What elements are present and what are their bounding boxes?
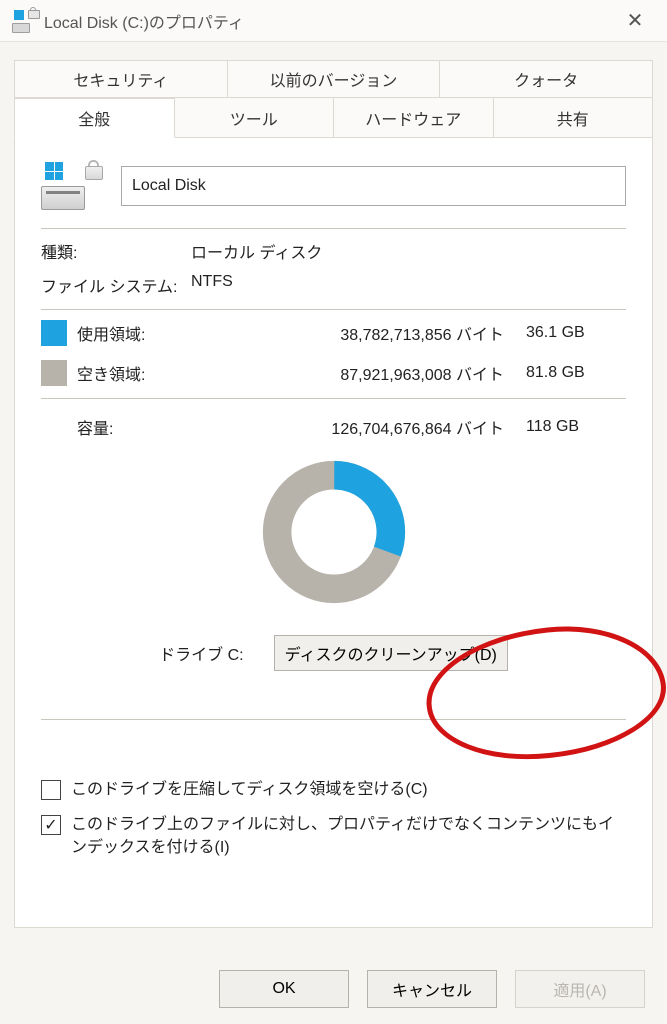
- capacity-row: 容量: 126,704,676,864 バイト 118 GB: [41, 415, 626, 439]
- free-label: 空き領域:: [77, 361, 217, 385]
- tab-general[interactable]: 全般: [14, 98, 175, 138]
- drive-row: ドライブ C: ディスクのクリーンアップ(D): [41, 635, 626, 671]
- filesystem-value: NTFS: [191, 273, 233, 297]
- apply-button[interactable]: 適用(A): [515, 970, 645, 1008]
- capacity-gb: 118 GB: [526, 418, 626, 436]
- separator: [41, 398, 626, 399]
- usage-chart: [259, 457, 409, 607]
- compress-checkbox[interactable]: [41, 780, 61, 800]
- type-row: 種類: ローカル ディスク: [41, 239, 626, 263]
- close-button[interactable]: ✕: [613, 0, 657, 42]
- capacity-bytes: 126,704,676,864 バイト: [217, 415, 526, 439]
- cancel-button[interactable]: キャンセル: [367, 970, 497, 1008]
- tab-row-top: セキュリティ 以前のバージョン クォータ: [14, 60, 653, 98]
- drive-label: ドライブ C:: [159, 641, 243, 665]
- usage-chart-wrap: ドライブ C: ディスクのクリーンアップ(D): [41, 457, 626, 671]
- titlebar: Local Disk (C:)のプロパティ ✕: [0, 0, 667, 42]
- tab-security[interactable]: セキュリティ: [14, 60, 228, 98]
- index-checkbox-row: ✓ このドライブ上のファイルに対し、プロパティだけでなくコンテンツにもインデック…: [41, 813, 626, 859]
- drive-large-icon: [41, 162, 97, 210]
- dialog-body: セキュリティ 以前のバージョン クォータ 全般 ツール ハードウェア 共有 Lo…: [14, 60, 653, 944]
- tab-previous-versions[interactable]: 以前のバージョン: [228, 60, 441, 98]
- tab-sharing[interactable]: 共有: [494, 98, 654, 138]
- used-bytes: 38,782,713,856 バイト: [217, 321, 526, 345]
- tab-quota[interactable]: クォータ: [440, 60, 653, 98]
- disk-cleanup-button[interactable]: ディスクのクリーンアップ(D): [274, 635, 508, 671]
- window-title: Local Disk (C:)のプロパティ: [44, 9, 244, 33]
- ok-button[interactable]: OK: [219, 970, 349, 1008]
- used-swatch-icon: [41, 320, 67, 346]
- compress-label: このドライブを圧縮してディスク領域を空ける(C): [71, 778, 626, 801]
- separator: [41, 228, 626, 229]
- tab-page-general: Local Disk 種類: ローカル ディスク ファイル システム: NTFS…: [14, 138, 653, 928]
- separator: [41, 719, 626, 720]
- type-value: ローカル ディスク: [191, 239, 322, 263]
- free-swatch-icon: [41, 360, 67, 386]
- drive-icon: [12, 9, 36, 33]
- used-gb: 36.1 GB: [526, 324, 626, 342]
- tab-tools[interactable]: ツール: [175, 98, 335, 138]
- usage-grid: 使用領域: 38,782,713,856 バイト 36.1 GB 空き領域: 8…: [41, 320, 626, 386]
- index-label: このドライブ上のファイルに対し、プロパティだけでなくコンテンツにもインデックスを…: [71, 813, 626, 859]
- type-label: 種類:: [41, 239, 191, 263]
- tab-row-bottom: 全般 ツール ハードウェア 共有: [14, 98, 653, 138]
- button-bar: OK キャンセル 適用(A): [0, 954, 667, 1024]
- separator: [41, 309, 626, 310]
- checkbox-group: このドライブを圧縮してディスク領域を空ける(C) ✓ このドライブ上のファイルに…: [41, 778, 626, 860]
- free-gb: 81.8 GB: [526, 364, 626, 382]
- disk-header: Local Disk: [41, 162, 626, 210]
- tab-hardware[interactable]: ハードウェア: [334, 98, 494, 138]
- filesystem-label: ファイル システム:: [41, 273, 191, 297]
- capacity-label: 容量:: [77, 415, 217, 439]
- index-checkbox[interactable]: ✓: [41, 815, 61, 835]
- filesystem-row: ファイル システム: NTFS: [41, 273, 626, 297]
- compress-checkbox-row: このドライブを圧縮してディスク領域を空ける(C): [41, 778, 626, 801]
- used-label: 使用領域:: [77, 321, 217, 345]
- disk-name-input[interactable]: Local Disk: [121, 166, 626, 206]
- free-bytes: 87,921,963,008 バイト: [217, 361, 526, 385]
